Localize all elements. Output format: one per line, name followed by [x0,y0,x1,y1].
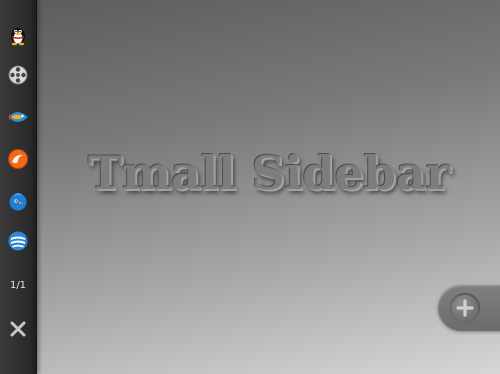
close-icon [9,320,27,338]
sidebar-item-rocket[interactable] [5,104,31,130]
page-indicator: 1/1 [9,280,27,291]
add-button[interactable] [438,285,500,331]
plus-icon [450,293,480,323]
blue-stack-icon [7,230,29,252]
penguin-icon [7,24,29,46]
rocket-fish-icon [7,106,29,128]
blue-bird-icon [7,190,29,212]
sidebar-item-film[interactable] [5,62,31,88]
film-reel-icon [7,64,29,86]
page-title: Tmall Sidebar [88,146,451,200]
sidebar-item-stack[interactable] [5,228,31,254]
close-button[interactable] [5,316,31,342]
orange-swirl-icon [7,148,29,170]
sidebar: 1/1 [0,0,37,374]
sidebar-item-swirl[interactable] [5,146,31,172]
sidebar-item-bird[interactable] [5,188,31,214]
sidebar-item-penguin[interactable] [5,22,31,48]
